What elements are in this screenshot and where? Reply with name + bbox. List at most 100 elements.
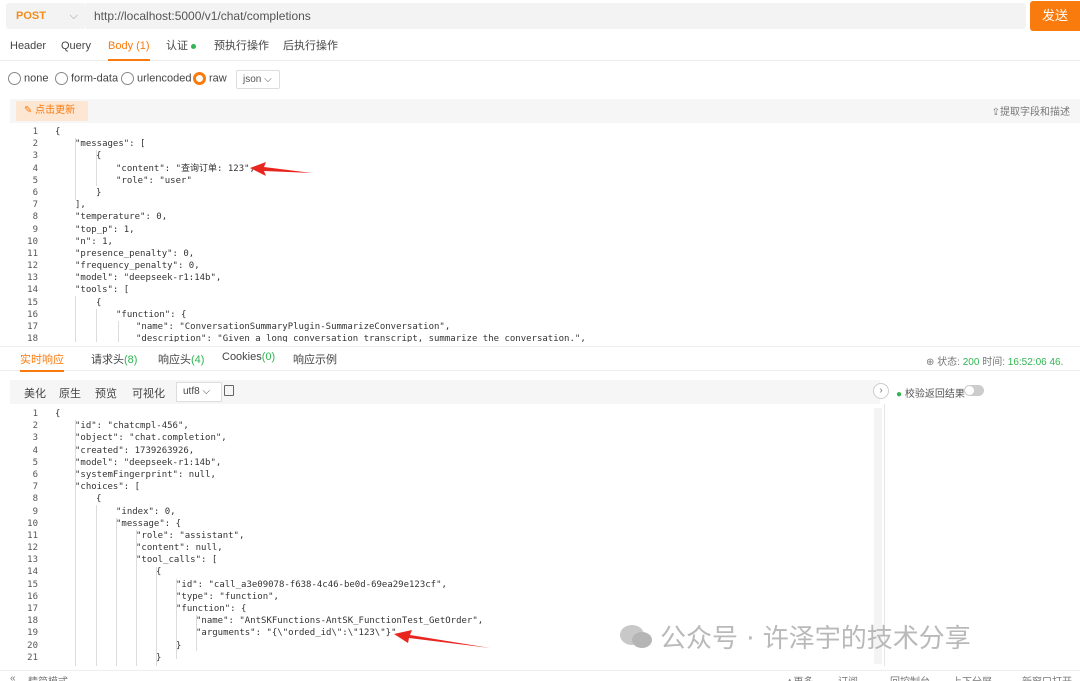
tab-count: (4) (191, 354, 205, 366)
beautify-button[interactable]: 美化 (24, 385, 46, 401)
upload-icon: ⇪ (991, 107, 1000, 118)
verify-toggle[interactable] (964, 385, 984, 396)
subscribe-button[interactable]: 订阅 (838, 673, 858, 681)
code-line: 15 "id": "call_a3e09078-f638-4c46-be0d-69… (10, 579, 872, 591)
tab-live-response[interactable]: 实时响应 (20, 351, 64, 372)
code-text: { (96, 297, 102, 308)
tab-count: (8) (124, 354, 138, 366)
line-number: 13 (27, 555, 38, 566)
preview-button[interactable]: 预览 (95, 385, 117, 401)
status-extra: 46. (1049, 357, 1064, 368)
code-text: "message": { (116, 518, 182, 529)
code-line: 5 "role": "user" (10, 175, 1080, 187)
code-line: 4 "content": "查询订单: 123", (10, 163, 1080, 175)
radio-icon (121, 72, 134, 85)
compact-mode-button[interactable]: 精简模式 (28, 673, 68, 681)
line-number: 16 (27, 309, 38, 320)
request-tabs: Header Query Body (1) 认证 预执行操作 后执行操作 (0, 35, 1080, 61)
tab-header[interactable]: Header (10, 35, 46, 61)
copy-icon[interactable] (224, 385, 234, 396)
tab-response-headers[interactable]: 响应头(4) (158, 351, 204, 367)
console-button[interactable]: 回控制台 (890, 673, 930, 681)
code-text: "name": "ConversationSummaryPlugin-Summa… (136, 322, 451, 332)
radio-checked-icon (193, 72, 206, 85)
radio-raw[interactable]: raw (193, 72, 227, 85)
line-number: 5 (32, 175, 38, 186)
code-line: 2 "messages": [ (10, 138, 1080, 150)
line-number: 14 (27, 567, 38, 578)
line-number: 16 (27, 591, 38, 602)
request-body-editor[interactable]: 1{ 2 "messages": [ 3{ 4 "content": "查询订单: … (10, 126, 1080, 342)
chevron-right-icon[interactable]: › (873, 383, 889, 399)
line-number: 19 (27, 628, 38, 639)
line-number: 15 (27, 297, 38, 308)
code-line: 6 "systemFingerprint": null, (10, 469, 872, 481)
code-line: 14 { (10, 566, 872, 578)
encoding-select[interactable]: utf8 ⌵ (176, 382, 222, 402)
code-line: 1{ (10, 408, 872, 420)
code-text: "choices": [ (75, 482, 141, 493)
extract-label: 提取字段和描述 (1000, 107, 1070, 118)
line-number: 7 (32, 200, 38, 211)
tab-label: Cookies (222, 351, 262, 363)
collapse-icon[interactable]: « (10, 673, 16, 681)
code-line: 10 "message": { (10, 518, 872, 530)
new-window-button[interactable]: 新窗口打开 (1022, 673, 1072, 681)
more-button[interactable]: ∧更多 (786, 673, 813, 681)
tab-label: Header (10, 40, 47, 52)
code-text: } (96, 187, 102, 198)
format-value: json (243, 74, 262, 85)
tab-label: 认证 (166, 40, 188, 52)
tab-body[interactable]: Body (1) (108, 35, 150, 61)
tab-auth[interactable]: 认证 (166, 35, 196, 61)
code-line: 12 "frequency_penalty": 0, (10, 260, 1080, 272)
code-text: "systemFingerprint": null, (75, 469, 216, 480)
radio-none[interactable]: none (8, 72, 48, 85)
format-select[interactable]: json ⌵ (236, 70, 280, 89)
red-arrow-icon (250, 162, 312, 176)
tab-request-headers[interactable]: 请求头(8) (91, 351, 137, 367)
tab-response-examples[interactable]: 响应示例 (293, 351, 337, 367)
code-text: "temperature": 0, (75, 212, 168, 223)
tab-pre-actions[interactable]: 预执行操作 (214, 35, 269, 61)
radio-urlencoded[interactable]: urlencoded (121, 72, 191, 85)
tab-query[interactable]: Query (61, 35, 91, 61)
line-number: 18 (27, 616, 38, 627)
status-code: 200 (962, 357, 980, 368)
code-line: 9 "index": 0, (10, 506, 872, 518)
code-text: "model": "deepseek-r1:14b", (75, 457, 222, 468)
line-number: 15 (27, 579, 38, 590)
method-select[interactable]: POST ⌵ (6, 3, 86, 29)
code-line: 16 "type": "function", (10, 591, 872, 603)
code-line: 15 { (10, 297, 1080, 309)
red-arrow-icon (394, 630, 490, 648)
code-line: 1{ (10, 126, 1080, 138)
response-tabs: 实时响应 请求头(8) 响应头(4) Cookies(0) 响应示例 ⊕ 状态:… (0, 346, 1080, 372)
raw-button[interactable]: 原生 (59, 385, 81, 401)
code-line: 8{ (10, 493, 872, 505)
code-text: } (156, 652, 162, 663)
tab-label: 响应头 (158, 354, 191, 366)
radio-form-data[interactable]: form-data (55, 72, 118, 85)
radio-icon (55, 72, 68, 85)
update-button[interactable]: ✎ 点击更新 (16, 101, 88, 121)
line-number: 2 (32, 421, 38, 432)
code-line: 7 "choices": [ (10, 481, 872, 493)
verify-label: ● 校验返回结果 (896, 389, 965, 400)
split-screen-button[interactable]: 上下分屏 (952, 673, 992, 681)
code-line: 13 "model": "deepseek-r1:14b", (10, 272, 1080, 284)
line-number: 7 (32, 482, 38, 493)
visualize-button[interactable]: 可视化 (132, 385, 165, 401)
tab-cookies[interactable]: Cookies(0) (222, 351, 275, 363)
line-number: 9 (32, 506, 38, 517)
send-button[interactable]: 发送 (1030, 1, 1080, 31)
status-dot-icon (191, 43, 196, 49)
line-number: 14 (27, 285, 38, 296)
radio-label: raw (209, 72, 227, 85)
tab-post-actions[interactable]: 后执行操作 (283, 35, 338, 61)
url-input[interactable]: http://localhost:5000/v1/chat/completion… (86, 3, 1026, 29)
extract-fields-button[interactable]: ⇪提取字段和描述 (992, 103, 1070, 118)
line-number: 3 (32, 433, 38, 444)
code-text: { (156, 567, 162, 578)
code-text: "type": "function", (176, 591, 279, 602)
